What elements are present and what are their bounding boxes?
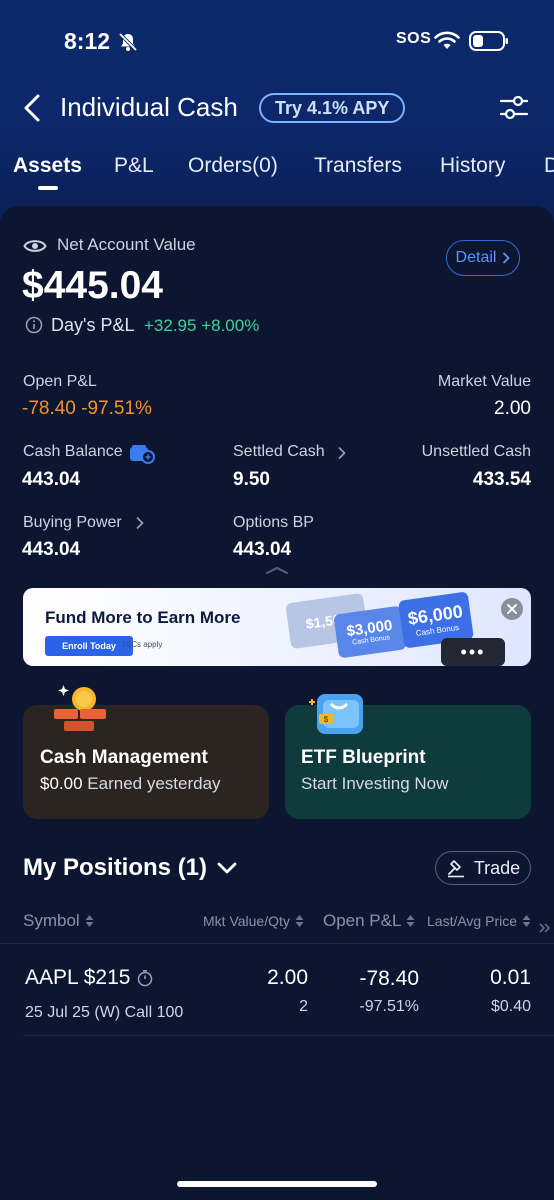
last-avg-header-label: Last/Avg Price — [427, 913, 518, 929]
active-tab-indicator — [38, 186, 58, 190]
buying-power-value: 443.04 — [22, 539, 81, 560]
tab-more[interactable]: D — [544, 154, 554, 178]
open-pl-value: -78.40 -97.51% — [22, 398, 152, 419]
cash-balance-label: Cash Balance — [23, 443, 123, 460]
tab-history[interactable]: History — [440, 154, 505, 178]
more-dots-icon: ••• — [441, 638, 505, 666]
position-contract: 25 Jul 25 (W) Call 100 — [25, 1004, 184, 1021]
cash-management-sub: $0.00 Earned yesterday — [40, 774, 221, 794]
net-account-value-label: Net Account Value — [57, 235, 196, 254]
chevron-down-icon[interactable] — [216, 860, 238, 876]
collapse-chevron-icon[interactable] — [264, 565, 290, 575]
settled-cash-value: 9.50 — [233, 469, 270, 490]
positions-title[interactable]: My Positions (1) — [23, 854, 207, 882]
timer-icon — [137, 970, 153, 987]
chevron-right-icon — [136, 516, 144, 530]
cash-balance-value: 443.04 — [22, 469, 81, 490]
row-divider — [23, 1035, 554, 1036]
svg-text:$: $ — [324, 715, 329, 724]
etf-blueprint-sub: Start Investing Now — [301, 774, 449, 793]
settings-sliders-icon[interactable] — [498, 92, 530, 124]
trade-label: Trade — [473, 857, 521, 878]
eye-icon[interactable] — [23, 237, 47, 255]
mkt-value-header-label: Mkt Value/Qty — [203, 913, 290, 929]
terms-label: T&Cs apply — [121, 640, 163, 649]
settled-cash-label[interactable]: Settled Cash — [233, 443, 325, 461]
open-pl-header-label: Open P&L — [323, 911, 402, 930]
net-account-value: $445.04 — [22, 264, 163, 307]
market-value: 2.00 — [494, 398, 531, 419]
apy-badge-button[interactable]: Try 4.1% APY — [259, 93, 406, 123]
close-icon — [507, 604, 517, 614]
days-pl-value: +32.95 +8.00% — [144, 316, 260, 335]
symbol-header-label: Symbol — [23, 911, 80, 930]
unsettled-cash-value: 433.54 — [472, 469, 531, 490]
gavel-icon — [447, 860, 464, 878]
sort-icon — [522, 915, 531, 927]
etf-blueprint-title: ETF Blueprint — [301, 747, 426, 768]
options-bp-label: Options BP — [233, 514, 314, 531]
chevron-right-icon — [338, 446, 346, 460]
sort-icon — [85, 915, 94, 927]
tab-assets[interactable]: Assets — [13, 154, 82, 178]
cash-management-title: Cash Management — [40, 747, 208, 768]
page-title: Individual Cash — [60, 92, 238, 122]
tab-pl[interactable]: P&L — [114, 154, 154, 178]
bonus-card-3000: $3,000 Cash Bonus — [333, 605, 407, 659]
close-banner-button[interactable] — [501, 598, 523, 620]
wifi-icon — [434, 31, 460, 49]
position-open-pl-pct: -97.51% — [359, 998, 419, 1015]
last-avg-column-header[interactable]: Last/Avg Price — [427, 913, 531, 929]
banner-title: Fund More to Earn More — [45, 608, 241, 627]
chevron-right-icon — [503, 252, 511, 264]
position-mkt-value: 2.00 — [267, 966, 308, 989]
position-last-price: 0.01 — [490, 966, 531, 989]
tab-transfers[interactable]: Transfers — [314, 154, 402, 178]
position-symbol: AAPL $215 — [25, 966, 131, 989]
detail-button[interactable]: Detail — [446, 240, 520, 276]
header-divider — [0, 943, 554, 944]
battery-icon — [469, 31, 508, 51]
info-icon[interactable] — [25, 316, 43, 334]
home-indicator[interactable] — [177, 1181, 377, 1187]
coin-stack-icon — [54, 685, 106, 731]
cash-management-amount: $0.00 — [40, 774, 83, 793]
scroll-right-icon[interactable] — [538, 922, 552, 934]
sort-icon — [295, 915, 304, 927]
unsettled-cash-label: Unsettled Cash — [421, 443, 531, 460]
cash-management-sub-text: Earned yesterday — [87, 774, 221, 793]
options-bp-value: 443.04 — [233, 539, 292, 560]
enroll-today-button[interactable]: Enroll Today — [45, 636, 133, 656]
position-open-pl: -78.40 — [359, 967, 419, 990]
cash-wallet-icon[interactable] — [129, 444, 155, 464]
position-avg-price: $0.40 — [490, 998, 531, 1015]
detail-label: Detail — [455, 249, 497, 266]
trade-button[interactable]: Trade — [435, 851, 531, 885]
days-pl-label: Day's P&L — [51, 315, 135, 335]
market-value-label: Market Value — [437, 373, 531, 390]
wallet-icon: $ — [309, 694, 363, 734]
tab-orders[interactable]: Orders(0) — [188, 154, 278, 178]
mkt-value-column-header[interactable]: Mkt Value/Qty — [203, 913, 304, 929]
symbol-column-header[interactable]: Symbol — [23, 911, 94, 931]
status-time: 8:12 — [64, 28, 111, 54]
back-icon[interactable] — [20, 92, 46, 124]
sort-icon — [406, 915, 415, 927]
open-pl-column-header[interactable]: Open P&L — [323, 911, 415, 931]
buying-power-label[interactable]: Buying Power — [23, 514, 122, 532]
sos-indicator: SOS — [396, 30, 432, 47]
promo-banner[interactable]: Fund More to Earn More Enroll Today T&Cs… — [23, 588, 531, 666]
open-pl-label: Open P&L — [23, 373, 97, 390]
bell-muted-icon — [118, 32, 138, 52]
position-qty: 2 — [299, 998, 308, 1015]
